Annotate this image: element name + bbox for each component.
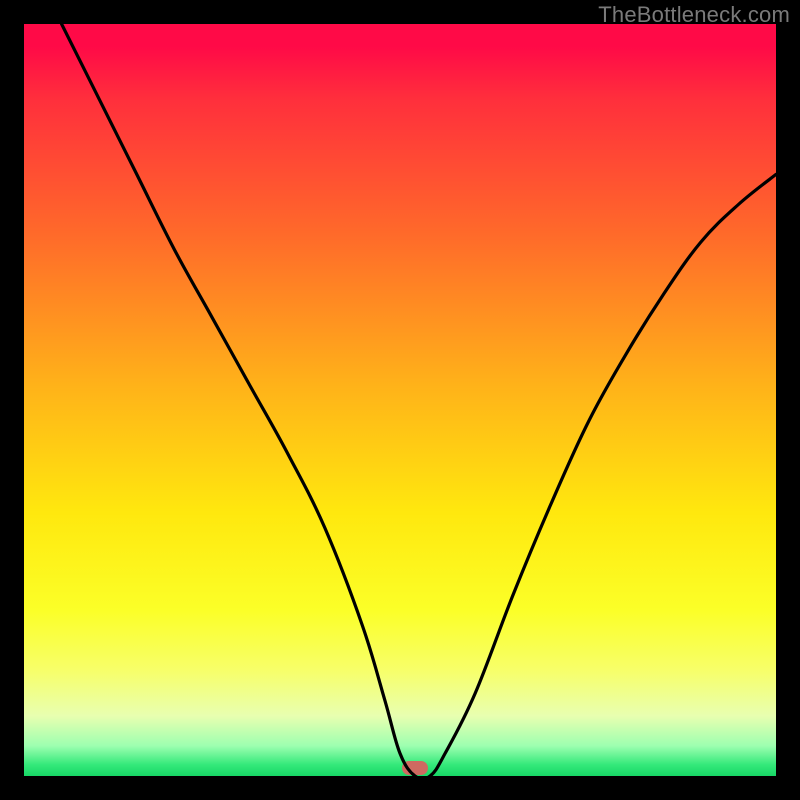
curve-svg: [24, 24, 776, 776]
chart-container: TheBottleneck.com: [0, 0, 800, 800]
watermark-text: TheBottleneck.com: [598, 2, 790, 28]
plot-area: [24, 24, 776, 776]
bottleneck-curve: [62, 24, 776, 776]
